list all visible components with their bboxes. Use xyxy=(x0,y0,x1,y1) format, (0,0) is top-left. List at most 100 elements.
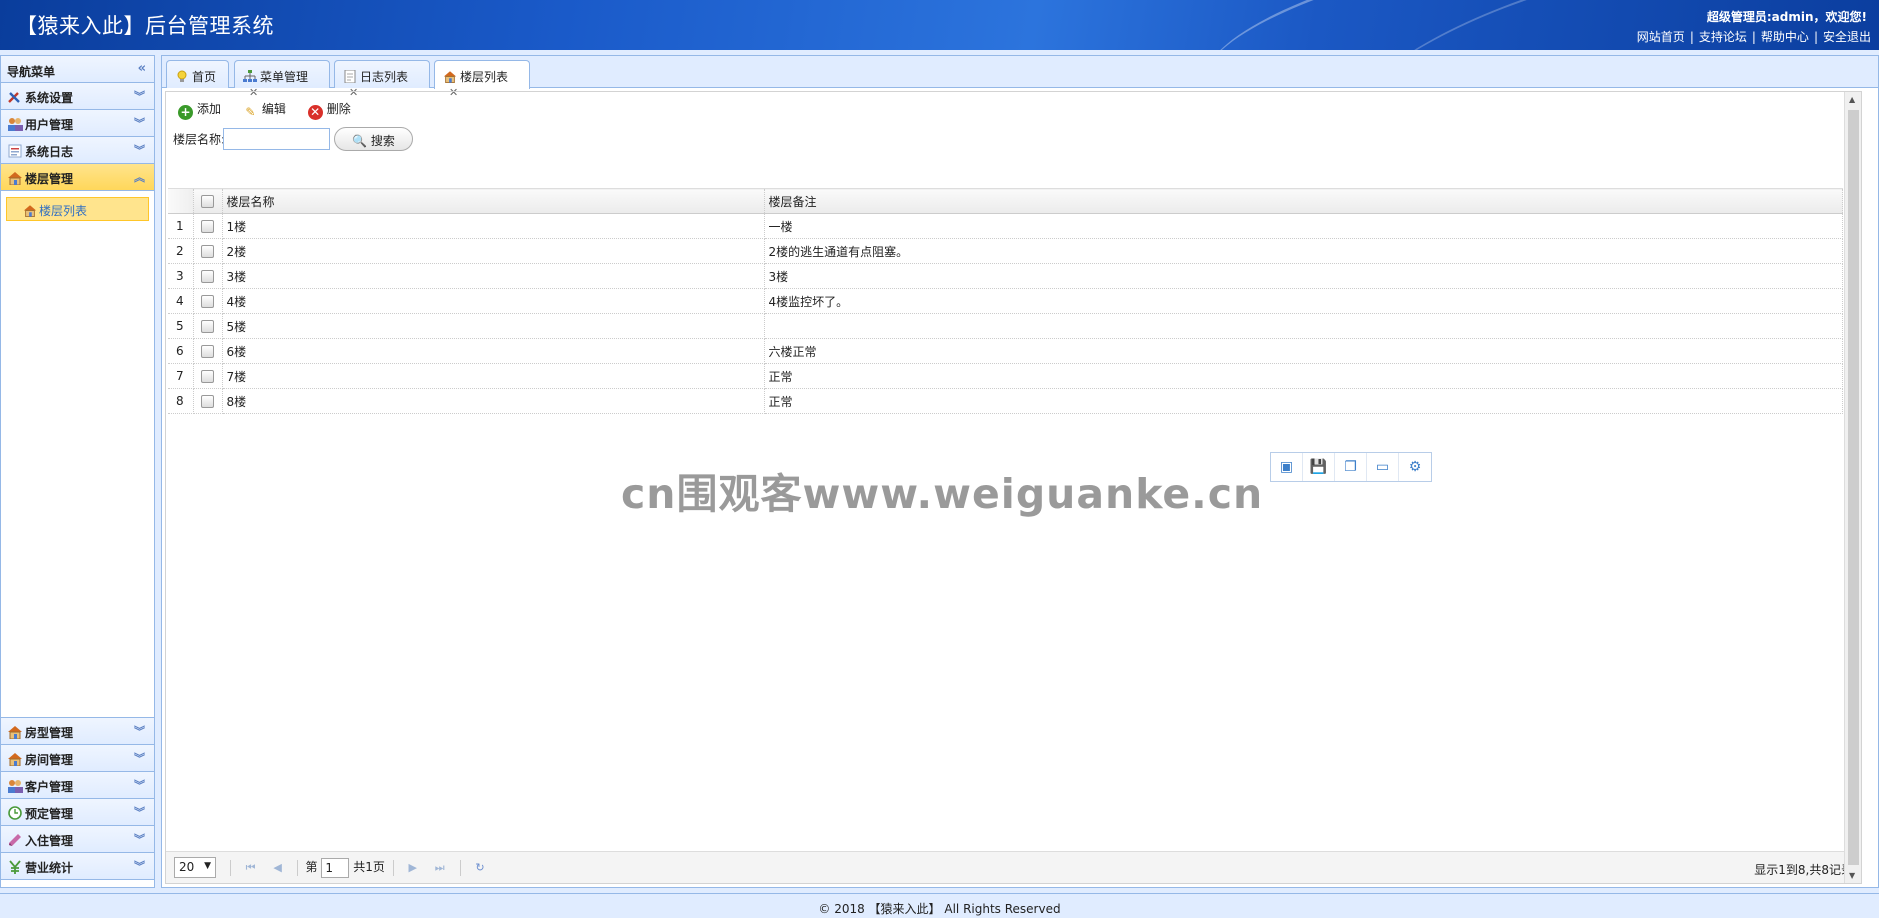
copy-icon[interactable]: ❐ xyxy=(1335,453,1367,481)
edit-button[interactable]: ✎ 编辑 xyxy=(243,100,286,120)
row-checkbox[interactable] xyxy=(201,395,214,408)
floor-grid: 楼层名称 楼层备注 1 1楼 一楼 2 2楼 2楼的逃生通道有点阻塞。 3 3楼 3楼 4 4楼 4楼… xyxy=(168,188,1843,414)
floor-name-search-input[interactable] xyxy=(223,128,331,150)
chevron-down-icon: ︾ xyxy=(134,779,145,792)
doc-icon xyxy=(344,70,356,83)
column-header-floor-name[interactable]: 楼层名称 xyxy=(222,188,765,214)
cell-floor-name: 4楼 xyxy=(222,288,765,314)
record-info: 显示1到8,共8记录 xyxy=(1754,863,1853,877)
row-checkbox[interactable] xyxy=(201,320,214,333)
tab-floor-list[interactable]: 楼层列表✕ xyxy=(434,60,530,99)
page-total: 共1页 xyxy=(353,860,385,874)
add-button[interactable]: + 添加 xyxy=(178,100,221,120)
clock-icon xyxy=(8,806,22,820)
row-checkbox[interactable] xyxy=(201,220,214,233)
row-checkbox[interactable] xyxy=(201,370,214,383)
tab-home[interactable]: 首页 xyxy=(166,60,229,88)
scroll-thumb[interactable] xyxy=(1848,110,1859,865)
cell-floor-name: 6楼 xyxy=(222,338,765,364)
table-row[interactable]: 3 3楼 3楼 xyxy=(168,263,1843,289)
pencil-icon: ✎ xyxy=(245,105,256,119)
link-support-forum[interactable]: 支持论坛 xyxy=(1699,30,1747,44)
pen-icon xyxy=(9,834,21,846)
row-number: 3 xyxy=(168,263,194,289)
nav-item-room-type-management[interactable]: 房型管理 ︾ xyxy=(1,718,154,745)
link-help-center[interactable]: 帮助中心 xyxy=(1761,30,1809,44)
screen-icon[interactable]: ▭ xyxy=(1367,453,1399,481)
house-icon xyxy=(8,753,22,766)
table-row[interactable]: 4 4楼 4楼监控坏了。 xyxy=(168,288,1843,314)
page-prefix: 第 xyxy=(305,860,318,874)
table-row[interactable]: 6 6楼 六楼正常 xyxy=(168,338,1843,364)
row-number: 8 xyxy=(168,388,194,414)
welcome-text: 超级管理员:admin，欢迎您! xyxy=(1706,10,1867,24)
nav-item-customer-management[interactable]: 客户管理 ︾ xyxy=(1,772,154,799)
chevron-down-icon: ︾ xyxy=(134,806,145,819)
link-site-home[interactable]: 网站首页 xyxy=(1637,30,1685,44)
scroll-down-icon[interactable]: ▼ xyxy=(1849,871,1855,880)
tab-log-list[interactable]: 日志列表✕ xyxy=(334,60,430,99)
row-checkbox[interactable] xyxy=(201,270,214,283)
grid-toolbar: + 添加 ✎ 编辑 ✕ 删除 xyxy=(166,92,1861,124)
cell-floor-remark: 正常 xyxy=(764,388,1843,414)
nav-subitem-floor-list[interactable]: 楼层列表 xyxy=(6,197,149,221)
search-button[interactable]: 🔍 搜索 xyxy=(334,127,414,151)
nav-item-floor-management[interactable]: 楼层管理 ︽ xyxy=(1,164,154,191)
delete-button[interactable]: ✕ 删除 xyxy=(307,100,351,120)
cell-floor-name: 8楼 xyxy=(222,388,765,414)
nav-item-checkin-management[interactable]: 入住管理 ︾ xyxy=(1,826,154,853)
nav-item-business-statistics[interactable]: 营业统计 ︾ xyxy=(1,853,154,880)
cell-floor-remark: 一楼 xyxy=(764,213,1843,239)
image-add-icon[interactable]: ▣ xyxy=(1271,453,1303,481)
link-logout[interactable]: 安全退出 xyxy=(1823,30,1871,44)
nav-item-room-management[interactable]: 房间管理 ︾ xyxy=(1,745,154,772)
row-checkbox[interactable] xyxy=(201,295,214,308)
search-icon: 🔍 xyxy=(352,134,368,148)
nav-item-reservation-management[interactable]: 预定管理 ︾ xyxy=(1,799,154,826)
row-number: 6 xyxy=(168,338,194,364)
cell-floor-remark: 3楼 xyxy=(764,263,1843,289)
chevron-down-icon: ︾ xyxy=(134,117,145,130)
tab-menu-management[interactable]: 菜单管理✕ xyxy=(234,60,330,99)
floor-management-panel: 楼层列表 xyxy=(1,191,154,718)
chevron-down-icon: ︾ xyxy=(134,90,145,103)
collapse-sidebar-icon[interactable]: « xyxy=(138,61,146,76)
chevron-down-icon: ︾ xyxy=(134,833,145,846)
nav-item-system-settings[interactable]: 系统设置 ︾ xyxy=(1,83,154,110)
refresh-icon[interactable]: ↻ xyxy=(475,861,484,874)
page-number-input[interactable]: 1 xyxy=(321,857,350,878)
chevron-down-icon: ︾ xyxy=(134,725,145,738)
gear-icon[interactable]: ⚙ xyxy=(1399,453,1431,481)
house-icon xyxy=(23,205,37,217)
nav-item-user-management[interactable]: 用户管理 ︾ xyxy=(1,110,154,137)
next-page-icon[interactable]: ▶ xyxy=(408,861,416,874)
chevron-up-icon: ︽ xyxy=(134,171,145,184)
row-checkbox[interactable] xyxy=(201,345,214,358)
floating-toolbar: ▣ 💾 ❐ ▭ ⚙ xyxy=(1270,452,1432,482)
cell-floor-remark: 4楼监控坏了。 xyxy=(764,288,1843,314)
cell-floor-name: 5楼 xyxy=(222,313,765,339)
first-page-icon[interactable]: ⏮ xyxy=(246,861,256,875)
yen-icon xyxy=(9,860,21,874)
prev-page-icon[interactable]: ◀ xyxy=(273,861,281,874)
table-row[interactable]: 8 8楼 正常 xyxy=(168,388,1843,414)
house-icon xyxy=(8,726,22,739)
cell-floor-name: 3楼 xyxy=(222,263,765,289)
table-row[interactable]: 1 1楼 一楼 xyxy=(168,213,1843,239)
table-row[interactable]: 7 7楼 正常 xyxy=(168,363,1843,389)
row-checkbox[interactable] xyxy=(201,245,214,258)
scroll-up-icon[interactable]: ▲ xyxy=(1849,95,1855,104)
save-icon[interactable]: 💾 xyxy=(1303,453,1335,481)
select-all-checkbox[interactable] xyxy=(201,195,214,208)
table-row[interactable]: 5 5楼 xyxy=(168,313,1843,339)
last-page-icon[interactable]: ⏭ xyxy=(435,861,445,875)
dropdown-arrow-icon: ▼ xyxy=(204,861,211,871)
chevron-down-icon: ︾ xyxy=(134,752,145,765)
nav-item-system-log[interactable]: 系统日志 ︾ xyxy=(1,137,154,164)
table-row[interactable]: 2 2楼 2楼的逃生通道有点阻塞。 xyxy=(168,238,1843,264)
vertical-scrollbar[interactable]: ▲ ▼ xyxy=(1844,92,1861,883)
page-size-select[interactable]: 20 ▼ xyxy=(174,857,216,878)
copyright-text: © 2018 【猿来入此】 All Rights Reserved xyxy=(818,902,1061,916)
nav-header: 导航菜单 « xyxy=(1,56,154,83)
column-header-floor-remark[interactable]: 楼层备注 xyxy=(764,188,1843,214)
